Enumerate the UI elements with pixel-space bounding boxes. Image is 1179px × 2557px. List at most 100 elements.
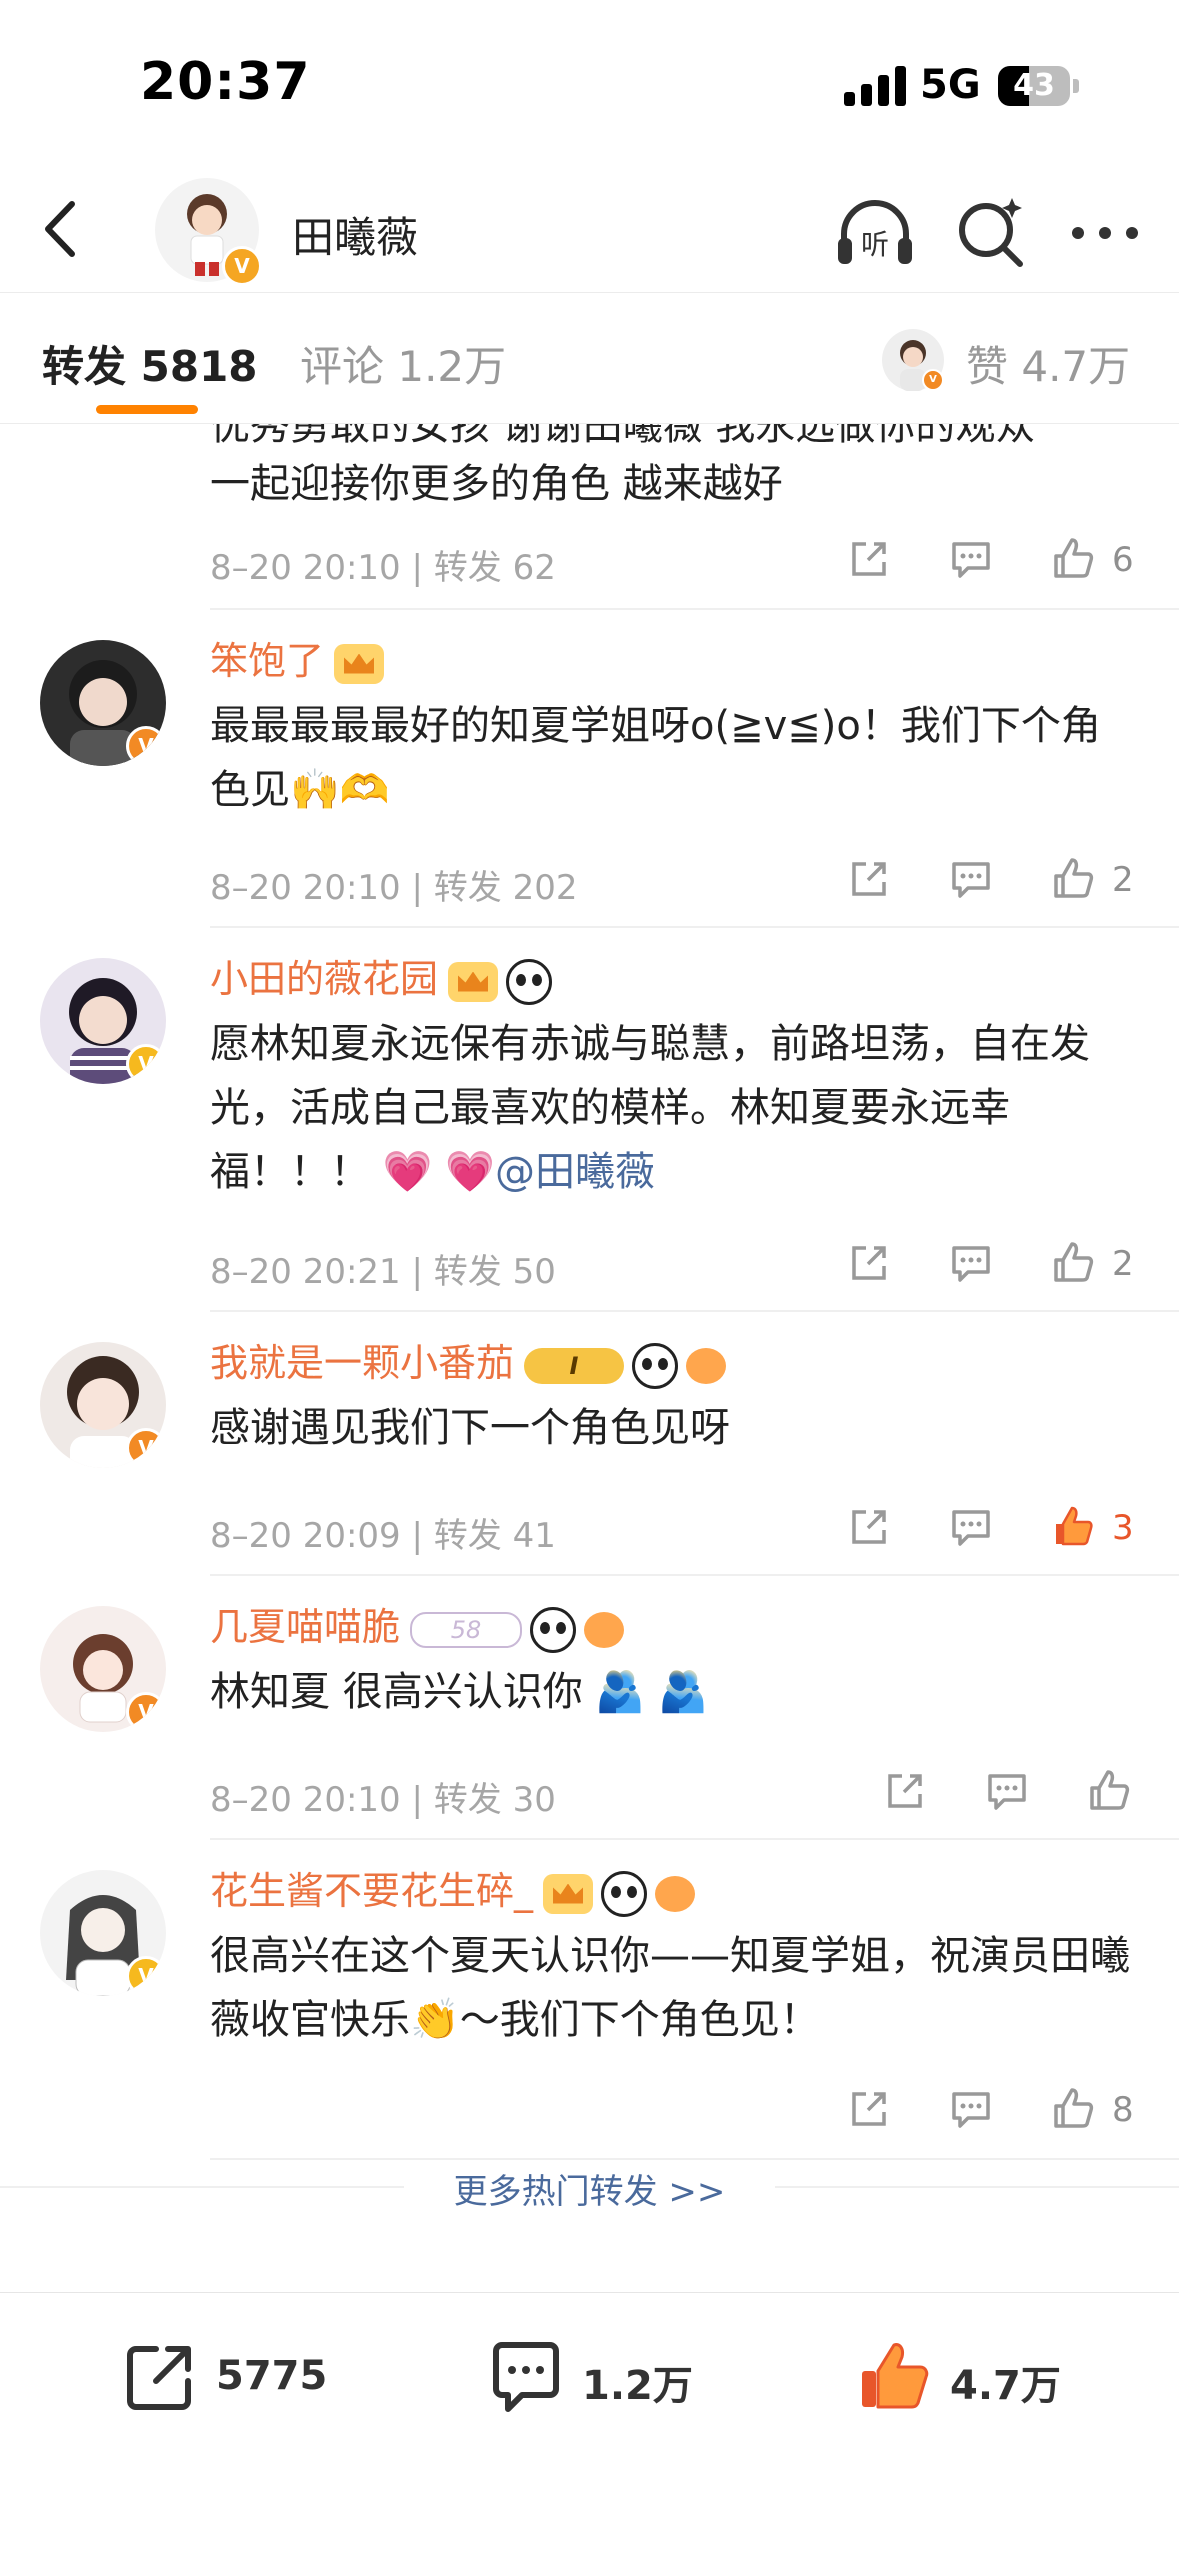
crown-badge-icon (448, 961, 499, 1002)
avatar[interactable]: V (40, 640, 166, 766)
comment-text: 愿林知夏永远保有赤诚与聪慧，前路坦荡，自在发光，活成自己最喜欢的模样。林知夏要永… (210, 1012, 1130, 1204)
network-type: 5G (920, 62, 981, 108)
verified-badge-icon: V (126, 726, 166, 766)
share-icon[interactable] (846, 536, 892, 582)
comment-text: 感谢遇见我们下一个角色见呀 (210, 1405, 730, 1451)
comment-icon[interactable] (984, 1768, 1030, 1814)
username-text: 几夏喵喵脆 (210, 1605, 401, 1649)
crown-badge-icon (334, 643, 385, 684)
panda-badge-icon (530, 1606, 577, 1653)
tab-bar: 转发 5818 评论 1.2万 V 赞 4.7万 (0, 293, 1179, 424)
like-count: 2 (1112, 1244, 1134, 1284)
back-arrow-icon[interactable] (30, 194, 100, 264)
list-item: V 花生酱不要花生碎_ 很高兴在这个夏天认识你——知夏学姐，祝演员田曦薇收官快乐… (0, 1840, 1179, 2160)
username[interactable]: 我就是一颗小番茄 I (210, 1332, 727, 1389)
post-header: V 田曦薇 听 (0, 170, 1179, 293)
divider (210, 2158, 1179, 2160)
repost-button[interactable]: 5775 (122, 2339, 362, 2419)
mention-link[interactable]: @田曦薇 (495, 1149, 655, 1195)
author-name[interactable]: 田曦薇 (292, 204, 418, 265)
status-time: 20:37 (140, 52, 311, 112)
username-text: 笨饱了 (210, 639, 325, 683)
comment-icon[interactable] (948, 1504, 994, 1550)
username[interactable]: 笨饱了 (210, 630, 385, 685)
repost-icon (127, 2346, 191, 2410)
comment-meta: 8–20 20:21 | 转发 50 (210, 1252, 556, 1292)
like-count: 6 (1112, 540, 1134, 580)
more-options-icon[interactable] (1060, 188, 1150, 278)
like-icon[interactable] (1050, 2086, 1096, 2132)
verified-badge-icon: V (126, 1956, 166, 1996)
panda-badge-icon (506, 958, 553, 1005)
username-text: 小田的薇花园 (210, 957, 439, 1001)
comment-meta: 8–20 20:10 | 转发 8 (210, 2098, 535, 2138)
share-icon[interactable] (846, 1240, 892, 1286)
bottom-action-bar: 5775 1.2万 4.7万 (0, 2292, 1179, 2557)
username[interactable]: 几夏喵喵脆 58 (210, 1596, 625, 1653)
like-button[interactable]: 4.7万 (856, 2339, 1096, 2419)
like-count: 3 (1112, 1508, 1134, 1548)
like-icon[interactable] (1050, 536, 1096, 582)
comment-meta: 8–20 20:10 | 转发 202 (210, 868, 578, 908)
list-item: V 小田的薇花园 愿林知夏永远保有赤诚与聪慧，前路坦荡，自在发光，活成自己最喜欢… (0, 928, 1179, 1312)
like-count: 2 (1112, 860, 1134, 900)
like-icon[interactable] (1086, 1768, 1132, 1814)
comment-icon[interactable] (948, 2086, 994, 2132)
like-total: 4.7万 (950, 2363, 1061, 2409)
like-icon[interactable] (1050, 856, 1096, 902)
listen-label: 听 (861, 228, 889, 261)
member-level-badge: I (524, 1347, 625, 1384)
comment-text: 一起迎接你更多的角色 越来越好 (210, 461, 783, 507)
comment-icon[interactable] (948, 1240, 994, 1286)
repost-count: 5775 (216, 2353, 328, 2399)
fish-badge-icon (686, 1347, 727, 1384)
listen-headphones-icon[interactable]: 听 (830, 188, 920, 278)
avatar[interactable]: V (40, 1342, 166, 1468)
panda-badge-icon (632, 1342, 679, 1389)
comment-button[interactable]: 1.2万 (488, 2339, 728, 2419)
avatar[interactable]: V (40, 958, 166, 1084)
username[interactable]: 小田的薇花园 (210, 948, 553, 1005)
comment-meta: 8–20 20:09 | 转发 41 (210, 1516, 556, 1556)
panda-badge-icon (601, 1870, 648, 1917)
liked-thumb-icon (862, 2343, 929, 2409)
share-icon[interactable] (846, 1504, 892, 1550)
username-text: 花生酱不要花生碎_ (210, 1869, 534, 1913)
member-level-badge: 58 (410, 1611, 523, 1648)
active-tab-indicator (96, 405, 198, 414)
list-item: V 笨饱了 最最最最最好的知夏学姐呀o(≧v≦)o！我们下个角色见🙌🫶 8–20… (0, 610, 1179, 928)
share-icon[interactable] (882, 1768, 928, 1814)
comment-icon (493, 2342, 559, 2412)
search-icon[interactable] (946, 188, 1036, 278)
like-icon[interactable] (1050, 1240, 1096, 1286)
comment-icon[interactable] (948, 856, 994, 902)
verified-badge-icon: V (126, 1044, 166, 1084)
verified-badge-icon: V (222, 246, 262, 286)
signal-icon (844, 66, 906, 106)
fish-badge-icon (584, 1611, 625, 1648)
avatar[interactable]: V (40, 1870, 166, 1996)
username[interactable]: 花生酱不要花生碎_ (210, 1860, 696, 1917)
share-icon[interactable] (846, 2086, 892, 2132)
tab-comments[interactable]: 评论 1.2万 (300, 333, 506, 394)
liked-thumb-icon[interactable] (1050, 1504, 1096, 1550)
like-count: 8 (1112, 2090, 1134, 2130)
comment-text: 林知夏 很高兴认识你 🫂 🫂 (210, 1669, 708, 1715)
list-item: V 我就是一颗小番茄 I 感谢遇见我们下一个角色见呀 8–20 20:09 | 转… (0, 1312, 1179, 1576)
verified-badge-icon: V (126, 1692, 166, 1732)
comment-text: 最最最最最好的知夏学姐呀o(≧v≦)o！我们下个角色见🙌🫶 (210, 703, 1101, 813)
status-bar: 20:37 5G 43 (0, 0, 1179, 170)
list-item: V 几夏喵喵脆 58 林知夏 很高兴认识你 🫂 🫂 8–20 20:10 | 转发… (0, 1576, 1179, 1840)
verified-badge-icon: V (922, 369, 944, 391)
share-icon[interactable] (846, 856, 892, 902)
comment-count: 1.2万 (582, 2363, 693, 2409)
avatar[interactable]: V (40, 1606, 166, 1732)
comment-icon[interactable] (948, 536, 994, 582)
repost-list: 优秀勇敢的女孩 谢谢田曦薇 我永远做你的观众 一起迎接你更多的角色 越来越好 8… (0, 424, 1179, 2224)
username-text: 我就是一颗小番茄 (210, 1341, 515, 1385)
verified-badge-icon: V (126, 1428, 166, 1468)
tab-likes[interactable]: 赞 4.7万 (966, 333, 1130, 394)
tab-repost[interactable]: 转发 5818 (42, 333, 258, 394)
more-reposts-link[interactable]: 更多热门转发 >> (0, 2164, 1179, 2213)
crown-badge-icon (543, 1873, 594, 1914)
